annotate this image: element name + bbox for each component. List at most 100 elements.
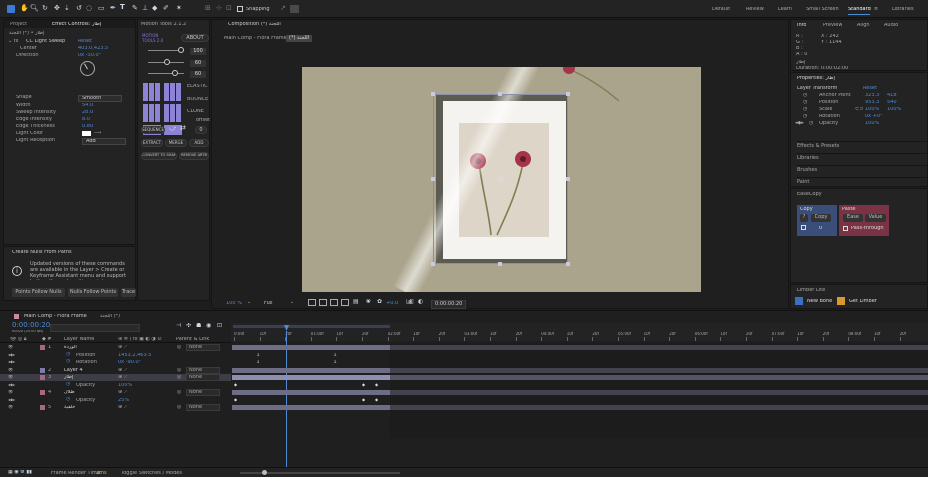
comp-breadcrumb-1[interactable]: Main Comp - Flora Frame — [224, 36, 287, 41]
property-row[interactable]: ◂◆▸ Rotation ◷ 0x -90.0° — [0, 359, 231, 366]
rectangle-tool-icon[interactable]: ▭ — [98, 5, 105, 12]
property-value[interactable]: 25% — [118, 398, 129, 403]
about-button[interactable]: ABOUT — [181, 34, 209, 42]
parent-dropdown[interactable]: None — [186, 374, 220, 381]
workspace-standard[interactable]: Standard — [848, 7, 871, 12]
property-row[interactable]: ◂◆▸ Position ◷ 1453.2,463.5 — [0, 352, 231, 359]
convert-to-shape-button[interactable]: CONVERT TO SHAPE — [141, 152, 177, 160]
workspace-libraries[interactable]: Libraries — [892, 7, 914, 12]
keyframe-nav-icon[interactable]: ◂◆▸ — [8, 383, 15, 387]
workspace-default[interactable]: Default — [712, 7, 730, 12]
visibility-icon[interactable]: 👁︎ — [8, 345, 13, 349]
comp-breadcrumb-2[interactable]: (*) اللجنة — [286, 35, 312, 42]
property-name[interactable]: Opacity — [76, 383, 95, 388]
layer-name[interactable]: Layer 4 — [64, 368, 83, 373]
property-value[interactable]: 1453.2,463.5 — [118, 353, 151, 358]
stopwatch-icon[interactable]: ◷ — [803, 114, 807, 119]
selection-tool-icon[interactable] — [7, 5, 15, 13]
tab-align[interactable]: Align — [857, 23, 870, 28]
property-row[interactable]: ◂◆▸ Opacity ◷ 100% — [0, 382, 231, 389]
section-paint[interactable]: Paint — [797, 177, 927, 185]
snapping-checkbox[interactable] — [237, 6, 243, 12]
light-reception-dropdown[interactable]: Add — [82, 138, 126, 145]
show-snapshot-icon[interactable]: ◐ — [418, 299, 423, 305]
sequence-button[interactable]: SEQUENCE — [141, 126, 165, 134]
orbit-tool-icon[interactable]: ↻ — [42, 5, 48, 12]
prop-value-1[interactable]: 323.3 — [865, 93, 879, 98]
merge-button[interactable]: MERGE — [165, 139, 187, 147]
layer-label-color[interactable] — [40, 367, 45, 373]
section-brushes[interactable]: Brushes — [797, 165, 927, 173]
elastic-button[interactable]: ELASTIC — [187, 84, 208, 89]
keyframe-marker[interactable]: Σ — [257, 360, 260, 364]
visibility-icon[interactable]: 👁︎ — [8, 390, 13, 394]
pan-behind-tool-icon[interactable]: ◌ — [86, 5, 92, 12]
layer-row[interactable]: 👁︎ 4 ظلال ⊕ ／ None ◎ — [0, 389, 231, 396]
workspace-review[interactable]: Review — [746, 7, 764, 12]
section-effects-presets[interactable]: Effects & Presets — [797, 141, 927, 149]
tab-effect-controls[interactable]: Effect Controls: إطار — [52, 22, 101, 27]
workspace-menu-icon[interactable]: ≡ — [874, 7, 878, 12]
effect-reset-link[interactable]: Reset — [78, 39, 92, 44]
slider-2-value[interactable]: 60 — [190, 60, 206, 67]
keyframe-marker[interactable]: Σ — [334, 353, 337, 357]
keyframe-nav-icon[interactable]: ◂◆▸ — [795, 121, 804, 126]
pass-through-checkbox[interactable] — [843, 226, 848, 231]
property-row[interactable]: ◂◆▸ Opacity ◷ 25% — [0, 397, 231, 404]
layer-switches[interactable]: ⊕ ／ — [118, 405, 129, 410]
parent-dropdown[interactable]: None — [186, 404, 220, 411]
layer-switches[interactable]: ⊕ ／ — [118, 375, 129, 380]
layer-name[interactable]: إطار — [64, 375, 73, 380]
axis-icon[interactable]: ⊹ — [216, 5, 222, 12]
layer-label-color[interactable] — [40, 375, 45, 380]
pick-whip-icon[interactable]: ◎ — [177, 405, 181, 410]
selection-handle[interactable] — [566, 177, 570, 181]
frame-blending-icon[interactable]: ◉ — [206, 323, 211, 329]
effect-toggle-icon[interactable]: ⌄ fx — [8, 39, 19, 44]
layer-name[interactable]: ظلال — [64, 390, 75, 395]
prop-value-1[interactable]: 100% — [865, 121, 879, 126]
parent-dropdown[interactable]: None — [186, 389, 220, 396]
property-value[interactable]: 100% — [118, 383, 132, 388]
prop-value-2[interactable]: 418 — [887, 93, 897, 98]
keyframe-nav-icon[interactable]: ◂◆▸ — [8, 398, 15, 402]
track-area[interactable] — [390, 343, 928, 438]
eyedropper-icon[interactable]: ⟶ — [94, 131, 101, 136]
align-grid-3[interactable] — [143, 104, 161, 122]
dolly-tool-icon[interactable]: ⇣ — [64, 5, 70, 12]
section-libraries[interactable]: Libraries — [797, 153, 927, 161]
status-icons[interactable]: ▦ ◉ ⚙ ▮▮ — [8, 470, 32, 475]
sequence-count[interactable]: 0 — [195, 126, 207, 134]
selection-handle[interactable] — [498, 92, 502, 96]
center-value[interactable]: 403.0,423.5 — [78, 46, 108, 51]
slider-3[interactable] — [148, 73, 184, 74]
keyframe-marker[interactable]: ◆ — [375, 383, 378, 387]
graph-editor-icon[interactable]: ⊡ — [217, 323, 222, 329]
slider-1-knob[interactable] — [178, 47, 184, 53]
puppet-tool-icon[interactable]: ✶ — [176, 5, 182, 12]
new-bone-icon[interactable] — [795, 297, 803, 305]
quality-dropdown-icon[interactable]: ⌄ — [290, 300, 294, 305]
property-name[interactable]: Position — [76, 353, 95, 358]
pick-whip-icon[interactable]: ◎ — [177, 368, 181, 373]
extract-button[interactable]: EXTRACT — [141, 139, 163, 147]
align-grid-1[interactable] — [143, 83, 161, 101]
layer-label-color[interactable] — [40, 345, 45, 350]
pick-whip-icon[interactable]: ◎ — [177, 375, 181, 380]
zoom-dropdown-icon[interactable]: ⌄ — [247, 300, 251, 305]
width-value[interactable]: 54.0 — [82, 103, 93, 108]
stopwatch-icon[interactable]: ◷ — [809, 121, 813, 126]
parent-link-header[interactable]: Parent & Link — [176, 337, 209, 342]
shape-dropdown[interactable]: Smooth — [78, 95, 122, 102]
keyframe-marker[interactable]: ◆ — [375, 398, 378, 402]
composition-tab[interactable]: Composition (*) اللجنة — [228, 22, 281, 27]
work-area-bar[interactable] — [233, 325, 390, 328]
edge-thickness-value[interactable]: 0.80 — [82, 124, 93, 129]
easecopy-ease-button[interactable]: Ease — [843, 214, 863, 222]
layer-name-header[interactable]: Layer Name — [64, 337, 94, 342]
parent-dropdown[interactable]: None — [186, 366, 220, 374]
clone-button[interactable]: CLONE — [187, 109, 204, 114]
transparency-grid-icon[interactable] — [319, 299, 327, 306]
constrain-proportions-icon[interactable]: ⊂⊃ — [855, 107, 863, 112]
direction-dial[interactable] — [80, 61, 95, 76]
